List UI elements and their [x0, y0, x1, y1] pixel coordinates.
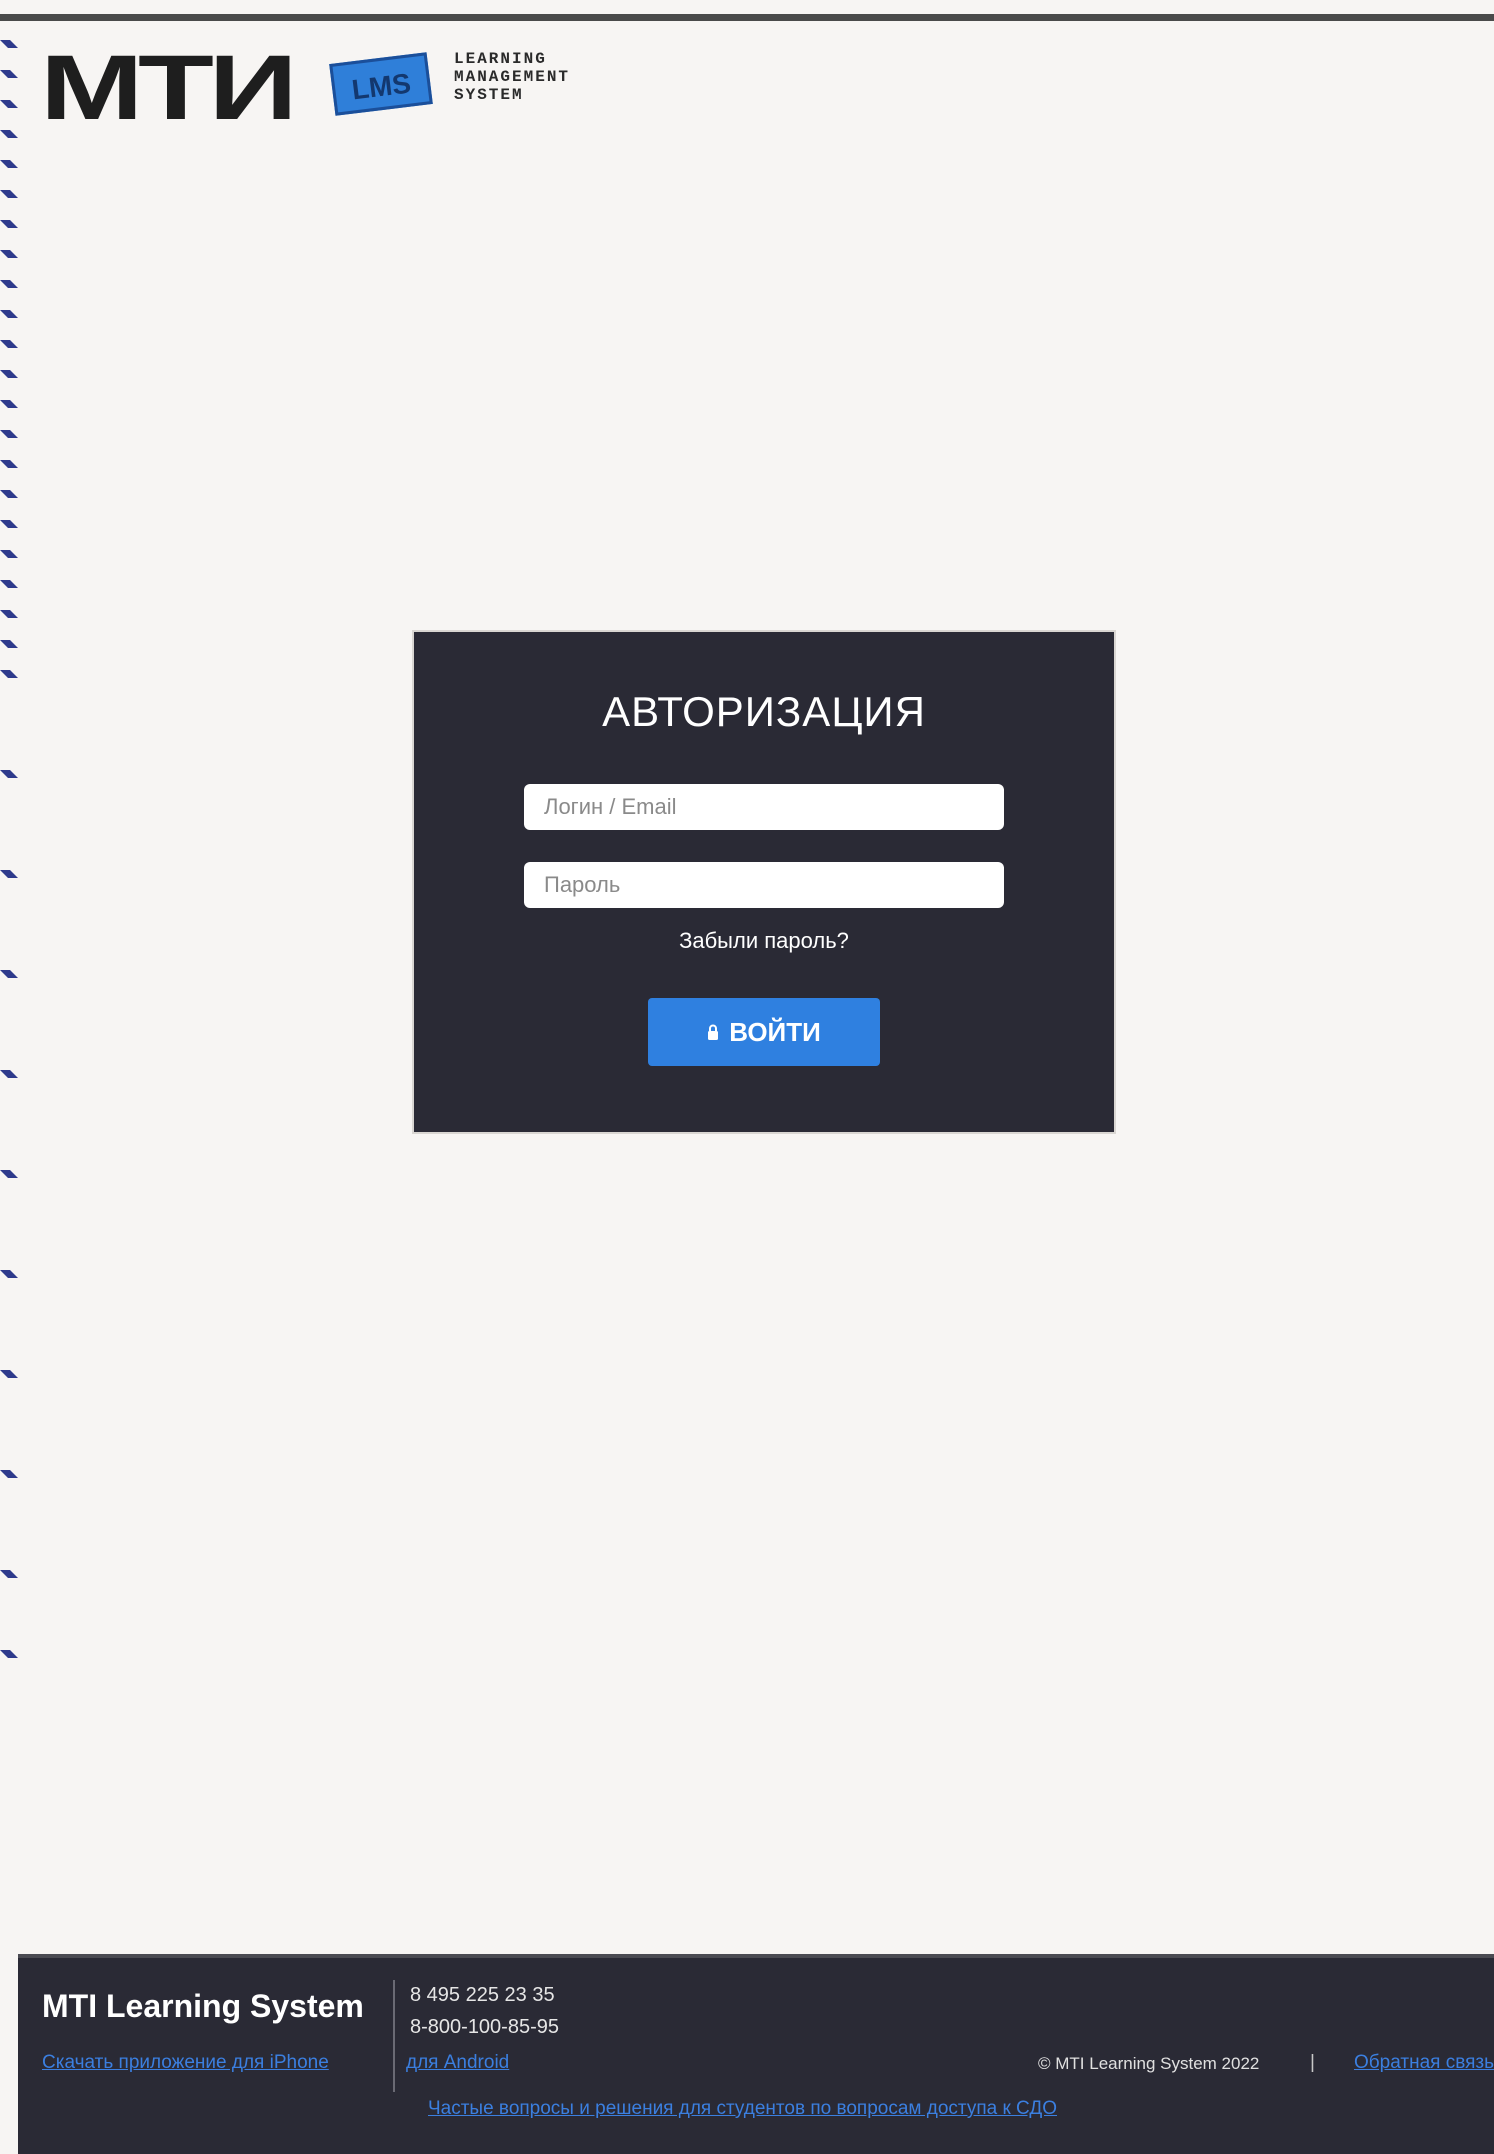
logo-tagline: LEARNING MANAGEMENT SYSTEM	[454, 50, 570, 104]
app-android-link[interactable]: для Android	[406, 2052, 509, 2074]
site-footer: MTI Learning System 8 495 225 23 35 8-80…	[18, 1954, 1494, 2154]
login-button[interactable]: ВОЙТИ	[648, 998, 880, 1066]
footer-separator: |	[1310, 2052, 1315, 2073]
login-input[interactable]	[524, 784, 1004, 830]
site-logo[interactable]: МТИ LMS LEARNING MANAGEMENT SYSTEM	[40, 37, 640, 139]
footer-phone[interactable]: 8-800-100-85-95	[410, 2016, 559, 2039]
decorative-stripes	[0, 40, 18, 1658]
footer-phone[interactable]: 8 495 225 23 35	[410, 1984, 555, 2007]
password-input[interactable]	[524, 862, 1004, 908]
footer-brand: MTI Learning System	[42, 1988, 364, 2024]
logo-tagline-line: LEARNING	[454, 50, 547, 68]
login-button-label: ВОЙТИ	[729, 1016, 821, 1047]
app-iphone-link[interactable]: Скачать приложение для iPhone	[42, 2052, 329, 2074]
logo-tagline-line: MANAGEMENT	[454, 68, 571, 86]
logo-tagline-line: SYSTEM	[454, 86, 524, 104]
top-border	[0, 14, 1494, 21]
login-title: АВТОРИЗАЦИЯ	[602, 688, 926, 735]
logo-mark: МТИ	[40, 37, 298, 139]
footer-copyright: © MTI Learning System 2022	[1038, 2054, 1260, 2073]
logo-badge: LMS	[329, 52, 433, 116]
feedback-link[interactable]: Обратная связь	[1354, 2052, 1494, 2074]
footer-divider	[393, 1980, 395, 2092]
faq-link[interactable]: Частые вопросы и решения для студентов п…	[428, 2098, 1057, 2120]
login-card: АВТОРИЗАЦИЯ Забыли пароль? ВОЙТИ	[414, 632, 1114, 1132]
lock-icon	[707, 1024, 719, 1040]
forgot-password-link[interactable]: Забыли пароль?	[414, 928, 1114, 954]
login-page: МТИ LMS LEARNING MANAGEMENT SYSTEM АВТОР…	[0, 0, 1494, 2154]
